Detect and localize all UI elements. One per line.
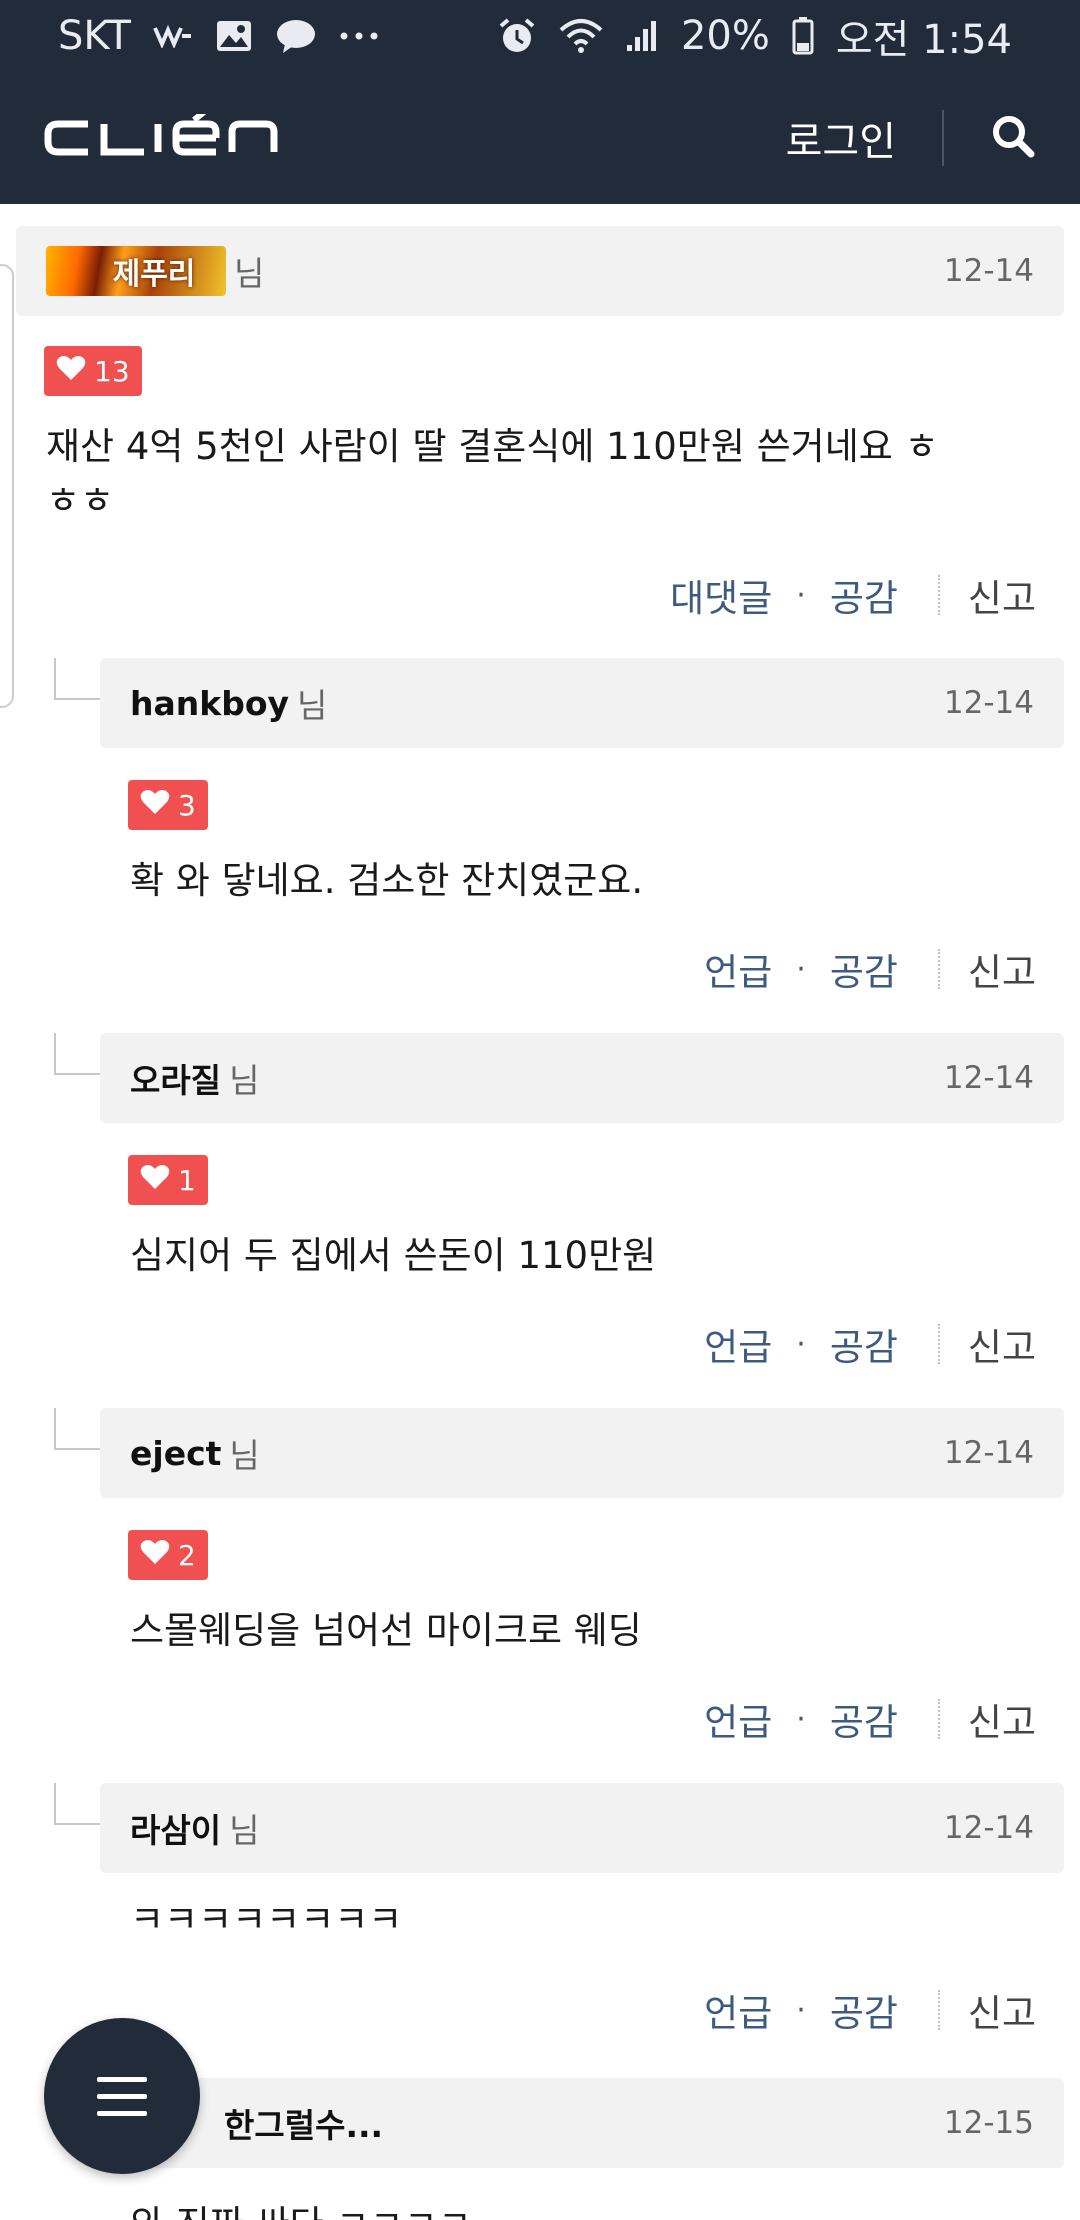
gallery-icon	[215, 19, 253, 53]
comment-author[interactable]: hankboy	[130, 684, 289, 723]
like-button[interactable]: 공감	[830, 942, 898, 996]
like-count: 3	[178, 788, 196, 822]
menu-icon	[97, 2076, 147, 2116]
comment-date: 12-14	[943, 253, 1034, 289]
mention-button[interactable]: 언급	[704, 1692, 772, 1746]
like-count: 2	[178, 1538, 196, 1572]
comment-actions: 언급 · 공감 신고	[704, 942, 1036, 996]
signal-icon	[625, 19, 659, 53]
like-button[interactable]: 공감	[830, 1983, 898, 2037]
heart-icon	[56, 355, 86, 388]
like-count: 13	[94, 354, 130, 388]
reply-indicator	[54, 1033, 100, 1075]
heart-icon	[140, 1164, 170, 1197]
report-button[interactable]: 신고	[968, 1983, 1036, 2037]
status-bar: SKT 20% 오전 1:54	[0, 0, 1080, 72]
comment-actions: 언급 · 공감 신고	[704, 1317, 1036, 1371]
comment-header: 오라질 님 12-14	[100, 1033, 1064, 1123]
comment-text: 재산 4억 5천인 사람이 딸 결혼식에 110만원 쓴거네요 ㅎ ㅎㅎ	[46, 425, 939, 522]
report-button[interactable]: 신고	[968, 568, 1036, 622]
battery-icon	[792, 17, 814, 55]
comment-text: 확 와 닿네요. 검소한 잔치였군요.	[130, 859, 644, 902]
comment-text: ㅋㅋㅋㅋㅋㅋㅋㅋ	[130, 1898, 403, 1941]
battery-percent: 20%	[680, 13, 770, 59]
heart-icon	[140, 789, 170, 822]
comment-actions: 언급 · 공감 신고	[704, 1983, 1036, 2037]
comment-date: 12-14	[943, 685, 1034, 721]
carrier-label: SKT	[58, 13, 131, 59]
honorific: 님	[297, 686, 328, 725]
comment-header: hankboy 님 12-14	[100, 658, 1064, 748]
comment-actions: 언급 · 공감 신고	[704, 1692, 1036, 1746]
like-button[interactable]: 공감	[830, 1692, 898, 1746]
report-button[interactable]: 신고	[968, 1317, 1036, 1371]
alarm-icon	[497, 16, 537, 56]
comment-date: 12-15	[943, 2105, 1034, 2141]
comment-date: 12-14	[943, 1810, 1034, 1846]
like-button[interactable]: 공감	[830, 568, 898, 622]
honorific: 님	[229, 1436, 260, 1475]
comment-header: 한그럴수... 12-15	[100, 2078, 1064, 2168]
user-nick-image[interactable]: 제푸리	[46, 246, 226, 296]
reply-indicator	[54, 1408, 100, 1450]
reply-indicator	[54, 658, 100, 700]
comment-author[interactable]: 오라질	[130, 1054, 221, 1102]
comment-date: 12-14	[943, 1060, 1034, 1096]
search-button[interactable]	[986, 111, 1040, 165]
heart-icon	[140, 1539, 170, 1572]
report-button[interactable]: 신고	[968, 942, 1036, 996]
comment-header: 라삼이 님 12-14	[100, 1783, 1064, 1873]
wifi-icon	[559, 18, 603, 54]
reply-indicator	[54, 1783, 100, 1825]
clien-logo[interactable]	[44, 114, 280, 162]
reply-button[interactable]: 대댓글	[670, 568, 772, 622]
login-link[interactable]: 로그인	[786, 109, 896, 167]
more-icon	[339, 31, 379, 41]
like-count-badge: 13	[44, 346, 142, 396]
comment-header: 제푸리 님 12-14	[16, 226, 1064, 316]
like-count: 1	[178, 1163, 196, 1197]
honorific: 님	[229, 1811, 260, 1850]
app-header: 로그인	[0, 72, 1080, 204]
comment-header: eject 님 12-14	[100, 1408, 1064, 1498]
like-button[interactable]: 공감	[830, 1317, 898, 1371]
like-count-badge: 1	[128, 1155, 208, 1205]
side-panel-edge[interactable]	[0, 264, 14, 708]
comment-text: 심지어 두 집에서 쓴돈이 110만원	[130, 1234, 657, 1277]
mention-button[interactable]: 언급	[704, 942, 772, 996]
header-divider	[942, 110, 944, 166]
comment-author[interactable]: 한그럴수...	[224, 2099, 383, 2147]
comment-date: 12-14	[943, 1435, 1034, 1471]
like-count-badge: 2	[128, 1530, 208, 1580]
clock-time: 오전 1:54	[835, 17, 1012, 63]
comment-author[interactable]: eject	[130, 1434, 221, 1473]
mention-button[interactable]: 언급	[704, 1317, 772, 1371]
notification-w-icon	[153, 24, 193, 48]
report-button[interactable]: 신고	[968, 1692, 1036, 1746]
mention-button[interactable]: 언급	[704, 1983, 772, 2037]
honorific: 님	[229, 1061, 260, 1100]
like-count-badge: 3	[128, 780, 208, 830]
comment-actions: 대댓글 · 공감 신고	[670, 568, 1036, 622]
search-icon	[991, 114, 1035, 162]
honorific: 님	[234, 254, 265, 293]
comment-author[interactable]: 라삼이	[130, 1804, 221, 1852]
comment-text: 와 진짜 싸다 ㅋㅋㅋㅋ	[130, 2198, 472, 2220]
kakaotalk-icon	[275, 18, 317, 54]
menu-fab-button[interactable]	[44, 2018, 200, 2174]
comment-text: 스몰웨딩을 넘어선 마이크로 웨딩	[130, 1609, 642, 1652]
